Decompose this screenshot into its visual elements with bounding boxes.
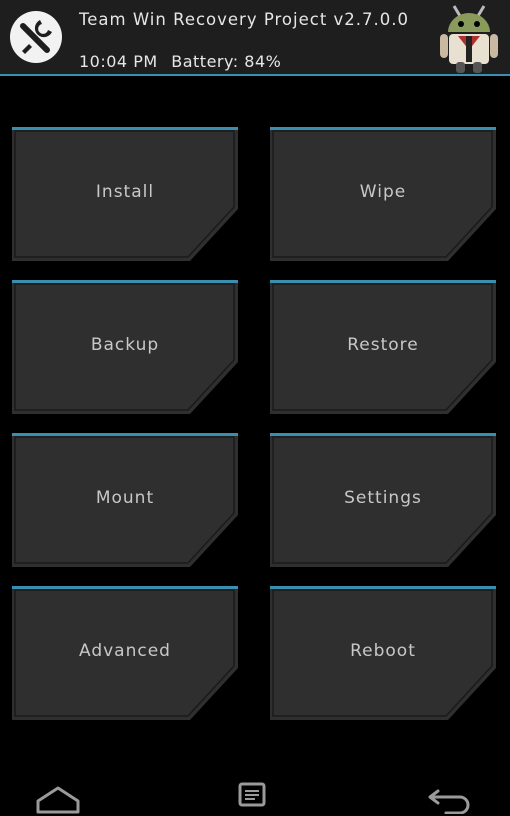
navigation-bar <box>0 770 510 816</box>
battery-status: Battery: 84% <box>171 52 282 71</box>
android-mascot-icon <box>440 5 498 73</box>
header-bar: Team Win Recovery Project v2.7.0.0 10:04… <box>0 0 510 74</box>
wipe-label: Wipe <box>359 182 407 202</box>
settings-button[interactable]: Settings <box>270 433 496 567</box>
backup-button[interactable]: Backup <box>12 280 238 414</box>
advanced-button[interactable]: Advanced <box>12 586 238 720</box>
home-icon[interactable] <box>34 784 82 814</box>
reboot-button[interactable]: Reboot <box>270 586 496 720</box>
mount-button[interactable]: Mount <box>12 433 238 567</box>
mount-label: Mount <box>95 488 155 508</box>
install-button[interactable]: Install <box>12 127 238 261</box>
twrp-logo-icon <box>10 11 62 63</box>
settings-label: Settings <box>344 488 422 508</box>
status-line: 10:04 PM Battery: 84% <box>79 52 281 71</box>
restore-label: Restore <box>347 335 419 355</box>
advanced-label: Advanced <box>79 641 171 661</box>
header-divider <box>0 74 510 76</box>
app-title: Team Win Recovery Project v2.7.0.0 <box>79 10 410 29</box>
back-arrow-icon[interactable] <box>426 784 474 814</box>
wipe-button[interactable]: Wipe <box>270 127 496 261</box>
clock-time: 10:04 PM <box>79 52 158 71</box>
install-label: Install <box>95 182 155 202</box>
reboot-label: Reboot <box>350 641 416 661</box>
backup-label: Backup <box>90 335 160 355</box>
console-icon[interactable] <box>238 782 266 808</box>
restore-button[interactable]: Restore <box>270 280 496 414</box>
